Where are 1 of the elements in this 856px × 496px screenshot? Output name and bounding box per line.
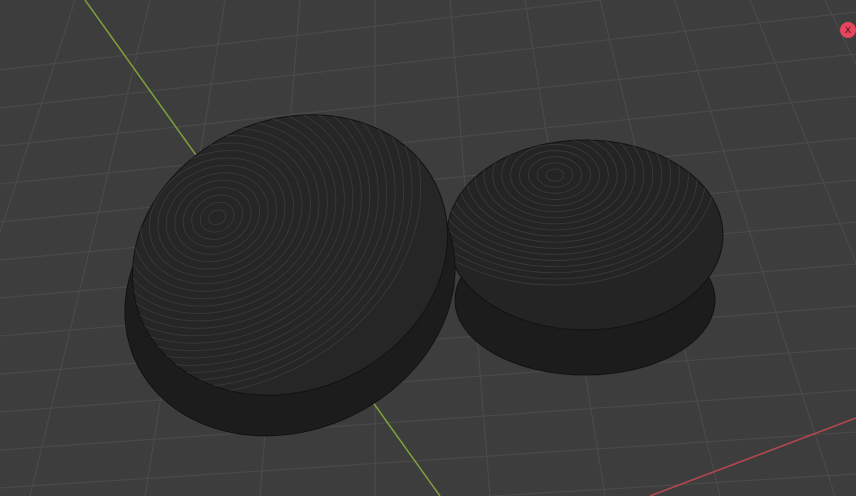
x-axis-gizmo[interactable]: X (840, 22, 856, 38)
